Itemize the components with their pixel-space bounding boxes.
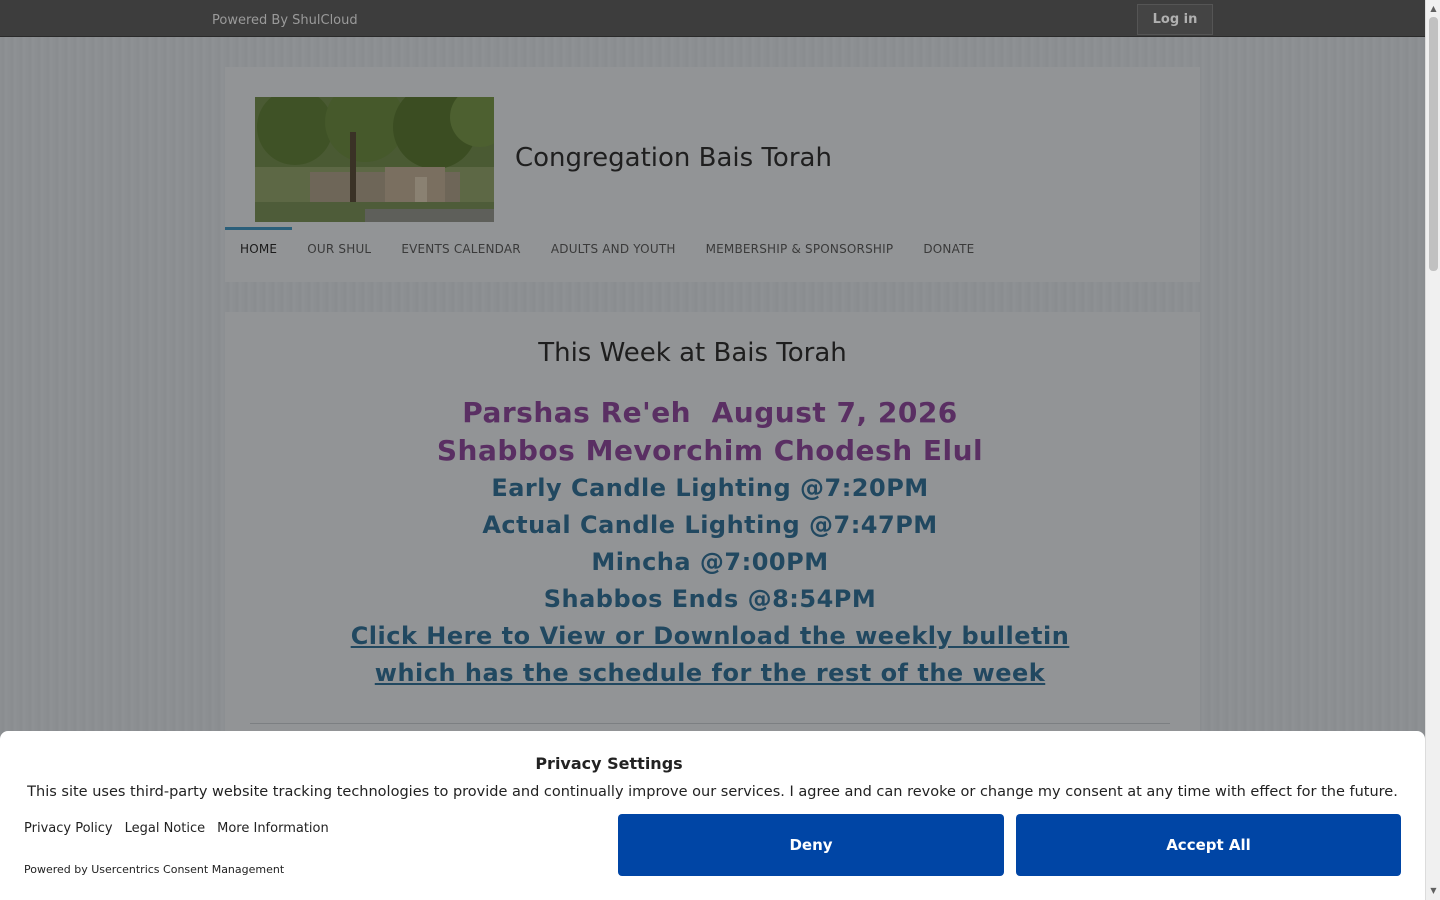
content-divider xyxy=(250,723,1170,724)
bulletin-link-line-2[interactable]: which has the schedule for the rest of t… xyxy=(225,655,1195,692)
weekly-schedule: Parshas Re'eh August 7, 2026 Shabbos Mev… xyxy=(225,394,1195,692)
top-bar: Powered By ShulCloud Log in xyxy=(0,0,1425,37)
actual-candle-lighting: Actual Candle Lighting @7:47PM xyxy=(482,511,938,539)
synagogue-building-photo[interactable] xyxy=(255,97,494,222)
nav-item-adults-and-youth[interactable]: ADULTS AND YOUTH xyxy=(536,227,691,263)
privacy-policy-link[interactable]: Privacy Policy xyxy=(24,821,113,836)
page-scrollbar[interactable]: ▲ ▼ xyxy=(1425,0,1440,900)
consent-description: This site uses third-party website track… xyxy=(27,784,1398,800)
site-title[interactable]: Congregation Bais Torah xyxy=(515,143,832,173)
nav-item-membership-sponsorship[interactable]: MEMBERSHIP & SPONSORSHIP xyxy=(691,227,909,263)
scroll-up-arrow-icon[interactable]: ▲ xyxy=(1429,4,1438,13)
shabbos-ends-time: Shabbos Ends @8:54PM xyxy=(543,585,877,613)
consent-title: Privacy Settings xyxy=(535,754,683,773)
accept-all-button[interactable]: Accept All xyxy=(1016,814,1401,876)
shabbos-mevorchim-line: Shabbos Mevorchim Chodesh Elul xyxy=(436,434,984,467)
deny-button[interactable]: Deny xyxy=(618,814,1004,876)
more-information-link[interactable]: More Information xyxy=(217,821,329,836)
scroll-down-arrow-icon[interactable]: ▼ xyxy=(1429,886,1438,895)
building-photo-icon xyxy=(255,97,494,222)
consent-links: Privacy Policy Legal Notice More Informa… xyxy=(24,821,329,836)
consent-powered-by: Powered by Usercentrics Consent Manageme… xyxy=(24,863,285,876)
privacy-consent-banner: Privacy Settings This site uses third-pa… xyxy=(0,731,1425,900)
login-button[interactable]: Log in xyxy=(1137,4,1213,35)
main-nav: HOME OUR SHUL EVENTS CALENDAR ADULTS AND… xyxy=(225,227,989,263)
nav-item-home[interactable]: HOME xyxy=(225,227,293,263)
legal-notice-link[interactable]: Legal Notice xyxy=(125,821,206,836)
early-candle-lighting: Early Candle Lighting @7:20PM xyxy=(491,474,929,502)
parsha-line: Parshas Re'eh August 7, 2026 xyxy=(462,396,958,429)
scroll-thumb[interactable] xyxy=(1429,17,1438,271)
nav-item-our-shul[interactable]: OUR SHUL xyxy=(292,227,386,263)
mincha-time: Mincha @7:00PM xyxy=(591,548,829,576)
bulletin-link-line-1[interactable]: Click Here to View or Download the weekl… xyxy=(225,618,1195,655)
section-title: This Week at Bais Torah xyxy=(538,338,847,368)
powered-by-shulcloud[interactable]: Powered By ShulCloud xyxy=(212,13,358,28)
nav-item-donate[interactable]: DONATE xyxy=(908,227,989,263)
site-header: Congregation Bais Torah HOME OUR SHUL EV… xyxy=(225,67,1200,282)
nav-item-events-calendar[interactable]: EVENTS CALENDAR xyxy=(386,227,536,263)
